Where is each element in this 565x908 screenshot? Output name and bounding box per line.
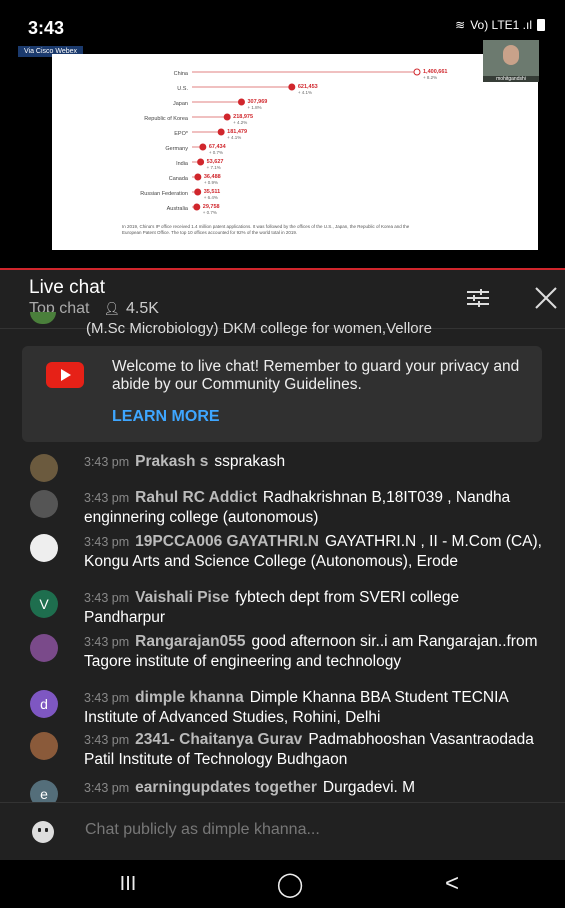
message-author[interactable]: Rangarajan055 [135,633,245,650]
system-nav-bar: III ◯ < [0,860,565,908]
chart-point [194,173,202,181]
signal-text: Vo) LTE1 .ıl [470,18,532,32]
chart-change-label: + 8.2% [423,75,437,80]
chart-category-label: India [176,161,189,167]
filter-icon[interactable] [464,284,492,312]
avatar: d [30,690,58,718]
chat-message-text: 3:43 pm Rangarajan055 good afternoon sir..… [84,632,544,672]
youtube-icon [46,362,84,388]
chart-change-label: + 7.1% [207,165,221,170]
chart-category-label: Canada [169,176,189,182]
chart-category-label: Japan [173,101,188,107]
message-time: 3:43 pm [84,691,130,705]
presenter-thumbnail: mohitgandshi [483,40,539,82]
message-author[interactable]: 2341- Chaitanya Gurav [135,731,302,748]
wifi-icon: ≋ [455,18,466,32]
chat-message-text: 3:43 pm Vaishali Pise fybtech dept from SV… [84,588,544,628]
chart-change-label: + 0.9% [204,180,218,185]
chart-change-label: + 6.4% [204,195,218,200]
chart-point [237,98,245,106]
slide-caption: In 2019, China's IP office received 1.4 … [122,224,410,235]
chat-message-text: 3:43 pm Rahul RC Addict Radhakrishnan B,18… [84,488,544,528]
chart-point [197,158,205,166]
welcome-text: Welcome to live chat! Remember to guard … [112,358,520,393]
message-time: 3:43 pm [84,733,130,747]
message-time: 3:43 pm [84,591,130,605]
chart-category-label: Germany [165,146,188,152]
chart-point [223,113,231,121]
chart-point [193,203,201,211]
viewer-count: 👤︎ 4.5K [103,300,158,318]
welcome-banner: Welcome to live chat! Remember to guard … [22,346,542,442]
chat-message-text: 3:43 pm 19PCCA006 GAYATHRI.N GAYATHRI.N , … [84,532,544,572]
chat-title: Live chat [29,277,106,298]
message-time: 3:43 pm [84,535,130,549]
chart-point [217,128,225,136]
chart-category-label: EPO* [174,131,189,137]
avatar [30,732,58,760]
message-time: 3:43 pm [84,635,130,649]
chat-input[interactable]: Chat publicly as dimple khanna... [85,821,320,839]
battery-icon [537,19,545,31]
video-player[interactable]: Via Cisco Webex 2019 2018 China1,400,661… [0,40,565,268]
viewer-count-value: 4.5K [126,300,159,317]
patent-chart: China 1,400,661+ 8.2%U.S. 621,453+ 4.1%Jap… [140,68,447,215]
avatar [30,490,58,518]
presenter-name: mohitgandshi [483,76,539,82]
chart-category-label: China [174,71,189,77]
message-author[interactable]: 19PCCA006 GAYATHRI.N [135,533,319,550]
back-button[interactable]: < [432,870,472,898]
message-time: 3:43 pm [84,455,130,469]
chart-category-label: Republic of Korea [144,116,189,122]
message-body: ssprakash [214,453,286,470]
chat-message-text: 3:43 pm earningupdates together Durgadevi.… [84,778,544,798]
avatar: V [30,590,58,618]
message-author[interactable]: earningupdates together [135,779,317,796]
chat-message-text: 3:43 pm dimple khanna Dimple Khanna BBA St… [84,688,544,728]
emoji-icon[interactable] [32,821,54,843]
message-author[interactable]: Prakash s [135,453,208,470]
chart-category-label: Australia [167,206,189,212]
presentation-slide: 2019 2018 China1,400,661+ 8.2%U.S.621,45… [52,54,538,250]
message-time: 3:43 pm [84,491,130,505]
presenter-face [503,45,519,65]
message-author[interactable]: Vaishali Pise [135,589,229,606]
chart-change-label: + 4.1% [298,90,312,95]
chart-category-label: U.S. [177,86,188,92]
chart-change-label: + 1.8% [247,105,261,110]
chat-message-text: 3:43 pm Prakash s ssprakash [84,452,544,472]
chat-message-text: 3:43 pm 2341- Chaitanya Gurav Padmabhoosha… [84,730,544,770]
chart-change-label: + 0.7% [203,210,217,215]
message-body: Durgadevi. M [322,779,416,796]
chart-change-label: + 4.1% [227,135,241,140]
chat-input-bar: Chat publicly as dimple khanna... [0,802,565,861]
message-author[interactable]: dimple khanna [135,689,244,706]
home-button[interactable]: ◯ [270,870,310,898]
chart-point [194,188,202,196]
person-icon: 👤︎ [103,301,120,316]
avatar [30,454,58,482]
message-time: 3:43 pm [84,781,130,795]
chart-change-label: + 0.7% [209,150,223,155]
chart-change-label: + 4.2% [233,120,247,125]
message-author[interactable]: Rahul RC Addict [135,489,257,506]
avatar [30,534,58,562]
live-chat-panel: Live chat Top chat 👤︎ 4.5K (M.Sc Microbi… [0,270,565,861]
avatar [30,634,58,662]
chart-point [413,68,421,76]
status-icons: ≋ Vo) LTE1 .ıl [455,18,545,32]
chart-point [199,143,207,151]
partial-chat-message: (M.Sc Microbiology) DKM college for wome… [86,320,432,337]
chart-category-label: Russian Federation [140,191,188,197]
status-bar: 3:43 ≋ Vo) LTE1 .ıl [0,0,565,40]
chart-point [288,83,296,91]
recents-button[interactable]: III [108,870,148,898]
status-time: 3:43 [28,18,65,38]
close-icon[interactable] [532,284,560,312]
learn-more-link[interactable]: LEARN MORE [112,408,220,426]
